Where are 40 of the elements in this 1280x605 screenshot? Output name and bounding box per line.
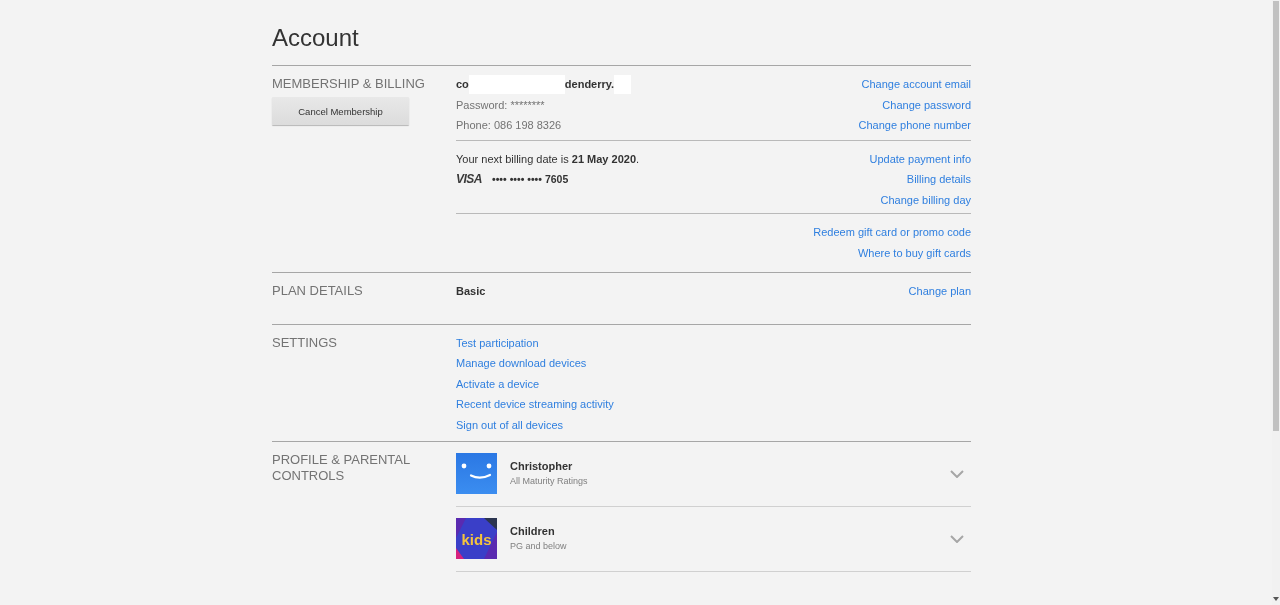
section-heading: SETTINGS xyxy=(272,334,338,351)
page-title: Account xyxy=(272,23,360,53)
chevron-icon[interactable] xyxy=(950,469,964,478)
profile-row[interactable]: kids Children PG and below xyxy=(456,507,971,572)
account-link[interactable]: Change phone number xyxy=(858,115,971,136)
settings-link[interactable]: Recent device streaming activity xyxy=(456,394,614,415)
billing-date-text: Your next billing date is 21 May 2020. xyxy=(456,151,640,167)
section-heading: PLAN DETAILS xyxy=(272,283,364,299)
email-text: co xyxy=(456,77,469,92)
settings-link[interactable]: Sign out of all devices xyxy=(456,414,563,435)
gift-card-link[interactable]: Where to buy gift cards xyxy=(857,242,971,263)
scrollbar-thumb[interactable] xyxy=(1273,1,1279,431)
account-link[interactable]: Change account email xyxy=(861,74,971,95)
gift-card-link[interactable]: Redeem gift card or promo code xyxy=(813,222,971,243)
profile-name: Christopher xyxy=(510,459,574,474)
billing-link[interactable]: Change billing day xyxy=(880,189,971,210)
settings-link[interactable]: Manage download devices xyxy=(456,353,587,374)
password-text: Password: ******** xyxy=(456,97,545,113)
chevron-icon[interactable] xyxy=(950,534,964,543)
maturity-rating: All Maturity Ratings xyxy=(510,475,589,488)
section-heading: PROFILE & PARENTAL CONTROLS xyxy=(272,452,411,484)
billing-link[interactable]: Billing details xyxy=(906,169,971,190)
settings-link[interactable]: Activate a device xyxy=(456,373,540,394)
section-heading: MEMBERSHIP & BILLING xyxy=(272,76,426,92)
account-link[interactable]: Change password xyxy=(882,94,971,115)
plan-name: Basic xyxy=(456,284,486,299)
smiley-avatar xyxy=(456,453,497,494)
settings-link[interactable]: Test participation xyxy=(456,332,539,353)
scroll-down-icon[interactable] xyxy=(1273,597,1279,601)
email-text: denderry. xyxy=(564,77,615,92)
profile-name: Children xyxy=(510,524,556,539)
kids-avatar: kids xyxy=(456,518,497,559)
phone-text: Phone: 086 198 8326 xyxy=(456,118,562,133)
billing-link[interactable]: Update payment info xyxy=(869,148,971,169)
card-brand-logo: VISA xyxy=(456,171,482,188)
change-plan-link[interactable]: Change plan xyxy=(908,281,971,302)
maturity-rating: PG and below xyxy=(510,540,568,553)
profile-row[interactable]: Christopher All Maturity Ratings xyxy=(456,442,971,507)
cancel-membership-button[interactable]: Cancel Membership xyxy=(272,97,409,125)
card-number: •••• •••• •••• 7605 xyxy=(492,172,569,187)
